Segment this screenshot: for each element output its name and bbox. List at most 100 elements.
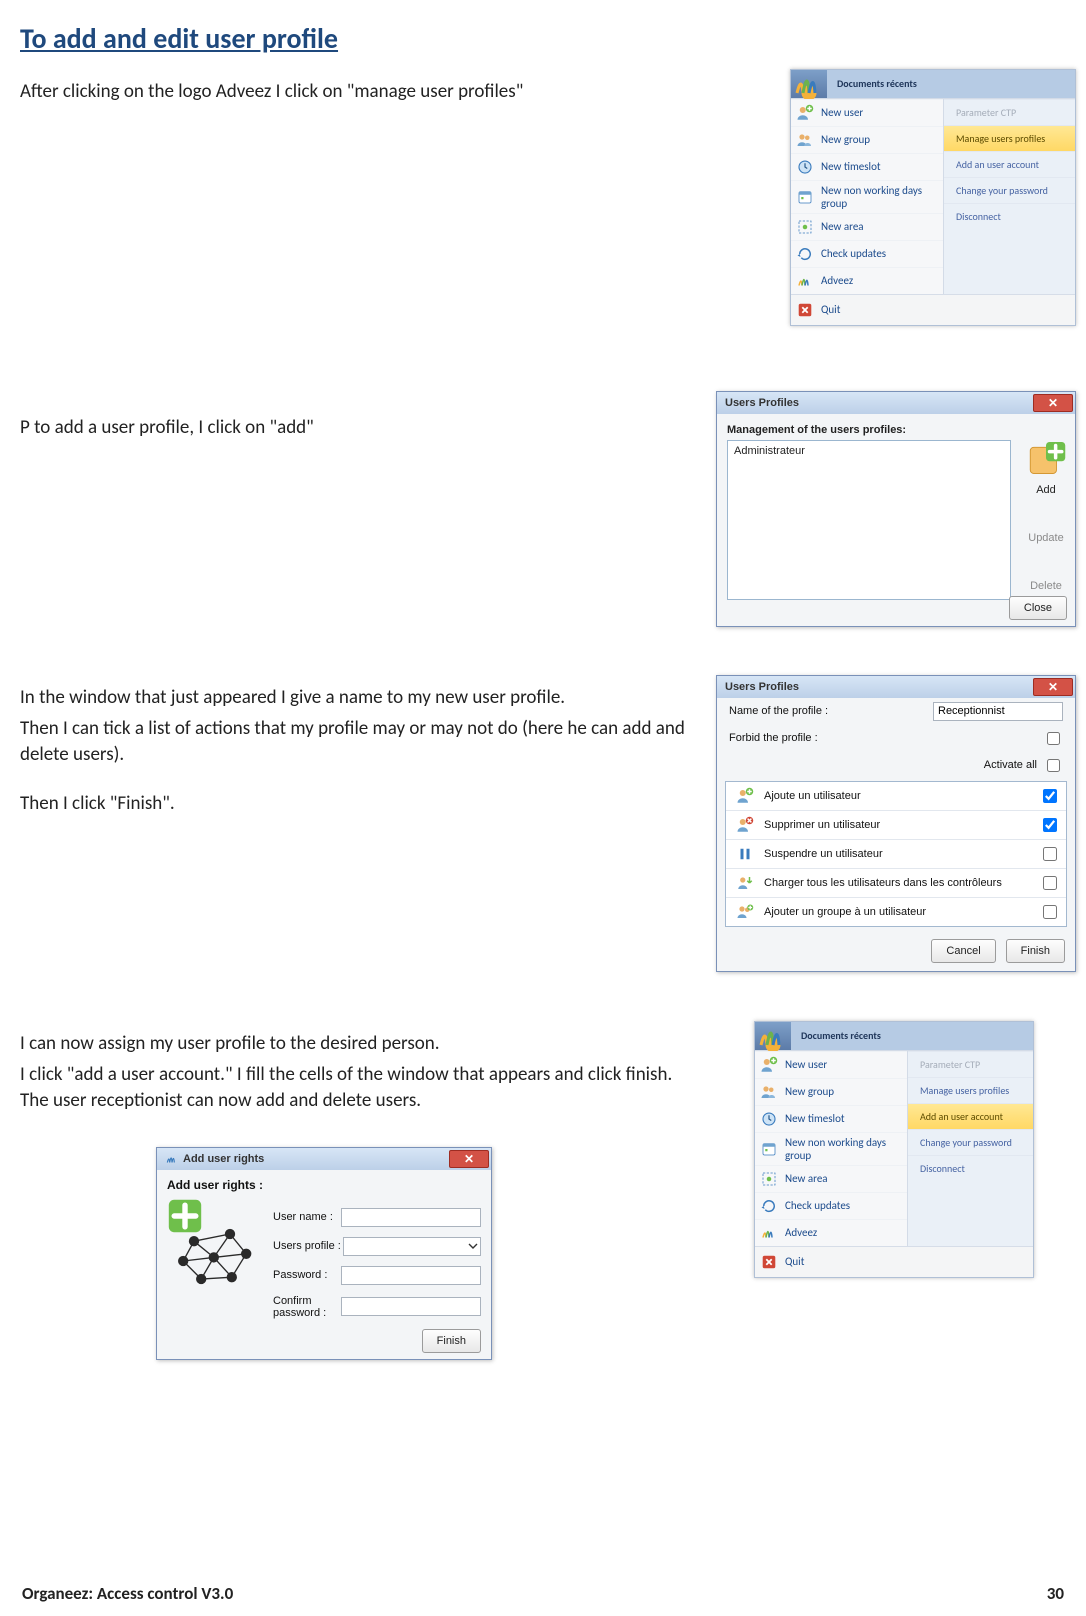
recent-documents-header: Documents récents — [791, 1022, 1033, 1050]
download-icon — [732, 872, 758, 894]
profile-editor-window: Users Profiles ✕ Name of the profile : F… — [716, 675, 1076, 972]
permission-row: Charger tous les utilisateurs dans les c… — [726, 869, 1066, 898]
window-title: Add user rights — [183, 1153, 264, 1165]
quit-label: Quit — [821, 303, 840, 316]
cancel-button[interactable]: Cancel — [931, 939, 995, 963]
calendar-icon — [759, 1139, 779, 1159]
window-title: Users Profiles — [725, 681, 799, 693]
forbid-profile-label: Forbid the profile : — [729, 732, 818, 744]
menu-quit[interactable]: Quit — [791, 294, 1075, 325]
submenu-item[interactable]: Change your password — [908, 1129, 1033, 1155]
menu-quit[interactable]: Quit — [755, 1246, 1033, 1277]
users-profile-label: Users profile : — [273, 1240, 341, 1252]
close-icon — [759, 1252, 779, 1272]
update-label: Update — [1028, 532, 1063, 544]
permission-row: Ajouter un groupe à un utilisateur — [726, 898, 1066, 926]
window-close-button[interactable]: ✕ — [1033, 394, 1073, 412]
users-profiles-window: Users Profiles ✕ Management of the users… — [716, 391, 1076, 627]
finish-button[interactable]: Finish — [1006, 939, 1065, 963]
confirm-password-label: Confirm password : — [273, 1295, 341, 1319]
permission-label: Supprimer un utilisateur — [764, 819, 1039, 831]
page-title: To add and edit user profile — [0, 19, 1086, 56]
permission-checkbox[interactable] — [1043, 905, 1057, 919]
permission-label: Charger tous les utilisateurs dans les c… — [764, 877, 1039, 889]
password-input[interactable] — [341, 1266, 481, 1285]
menu-item[interactable]: New area — [755, 1165, 907, 1192]
permission-checkbox[interactable] — [1043, 876, 1057, 890]
finish-button[interactable]: Finish — [422, 1329, 481, 1353]
menu-item[interactable]: New timeslot — [755, 1105, 907, 1132]
menu-item[interactable]: New user — [791, 99, 943, 126]
submenu-item[interactable]: Manage users profiles — [908, 1077, 1033, 1103]
menu-item-label: Adveez — [785, 1226, 817, 1239]
submenu-item[interactable]: Disconnect — [944, 203, 1075, 229]
menu-item[interactable]: New area — [791, 213, 943, 240]
window-close-button[interactable]: ✕ — [1033, 678, 1073, 696]
menu-item-label: Check updates — [821, 247, 886, 260]
menu-item-label: New user — [785, 1058, 827, 1071]
permissions-list: Ajoute un utilisateur Supprimer un utilis… — [725, 781, 1067, 927]
menu-item-label: New timeslot — [821, 160, 881, 173]
list-item[interactable]: Administrateur — [734, 445, 1004, 457]
menu-item[interactable]: New non working days group — [791, 180, 943, 213]
menu-item-label: New timeslot — [785, 1112, 845, 1125]
permission-row: Suspendre un utilisateur — [726, 840, 1066, 869]
window-close-button[interactable]: ✕ — [449, 1150, 489, 1168]
group-plus-icon — [732, 901, 758, 923]
window-title: Users Profiles — [725, 397, 799, 409]
permission-row: Supprimer un utilisateur — [726, 811, 1066, 840]
username-input[interactable] — [341, 1208, 481, 1227]
menu-item-label: New area — [821, 220, 864, 233]
permission-row: Ajoute un utilisateur — [726, 782, 1066, 811]
calendar-icon — [795, 187, 815, 207]
username-label: User name : — [273, 1211, 333, 1223]
confirm-password-input[interactable] — [341, 1297, 481, 1316]
add-label: Add — [1036, 484, 1056, 496]
paragraph-3: In the window that just appeared I give … — [0, 681, 720, 713]
refresh-icon — [795, 244, 815, 264]
app-menu-panel-1: Documents récents New userNew groupNew t… — [790, 69, 1076, 326]
submenu-item[interactable]: Change your password — [944, 177, 1075, 203]
bars-icon — [795, 271, 815, 291]
submenu-item[interactable]: Manage users profiles — [944, 125, 1075, 151]
footer-left: Organeez: Access control V3.0 — [22, 1583, 233, 1604]
submenu-item: Parameter CTP — [944, 99, 1075, 125]
chevron-down-icon[interactable] — [468, 1241, 478, 1251]
area-icon — [795, 217, 815, 237]
menu-item[interactable]: New non working days group — [755, 1132, 907, 1165]
profiles-list[interactable]: Administrateur — [727, 440, 1011, 600]
permission-checkbox[interactable] — [1043, 847, 1057, 861]
add-profile-button[interactable] — [1025, 442, 1067, 484]
close-button[interactable]: Close — [1009, 596, 1067, 620]
menu-item[interactable]: Adveez — [755, 1219, 907, 1246]
menu-item[interactable]: New group — [791, 126, 943, 153]
menu-item[interactable]: New timeslot — [791, 153, 943, 180]
menu-item[interactable]: Adveez — [791, 267, 943, 294]
profile-name-input[interactable] — [933, 702, 1063, 721]
area-icon — [759, 1169, 779, 1189]
paragraph-2: P to add a user profile, I click on "add… — [0, 411, 720, 443]
permission-checkbox[interactable] — [1043, 818, 1057, 832]
forbid-profile-checkbox[interactable] — [1047, 732, 1060, 745]
clock-icon — [795, 157, 815, 177]
submenu-item[interactable]: Add an user account — [908, 1103, 1033, 1129]
activate-all-label: Activate all — [984, 759, 1037, 771]
submenu-item[interactable]: Disconnect — [908, 1155, 1033, 1181]
menu-item[interactable]: New group — [755, 1078, 907, 1105]
menu-item[interactable]: New user — [755, 1051, 907, 1078]
permission-checkbox[interactable] — [1043, 789, 1057, 803]
submenu-item[interactable]: Add an user account — [944, 151, 1075, 177]
footer-right: 30 — [1047, 1583, 1064, 1604]
submenu-item: Parameter CTP — [908, 1051, 1033, 1077]
menu-item[interactable]: Check updates — [755, 1192, 907, 1219]
user-plus-icon — [759, 1055, 779, 1075]
menu-item-label: Check updates — [785, 1199, 850, 1212]
bars-icon — [759, 1223, 779, 1243]
menu-item[interactable]: Check updates — [791, 240, 943, 267]
group-icon — [795, 130, 815, 150]
user-x-icon — [732, 814, 758, 836]
adveez-logo[interactable] — [755, 1022, 791, 1050]
adveez-logo[interactable] — [791, 70, 827, 98]
page-footer: Organeez: Access control V3.0 30 — [0, 1583, 1086, 1604]
activate-all-checkbox[interactable] — [1047, 759, 1060, 772]
